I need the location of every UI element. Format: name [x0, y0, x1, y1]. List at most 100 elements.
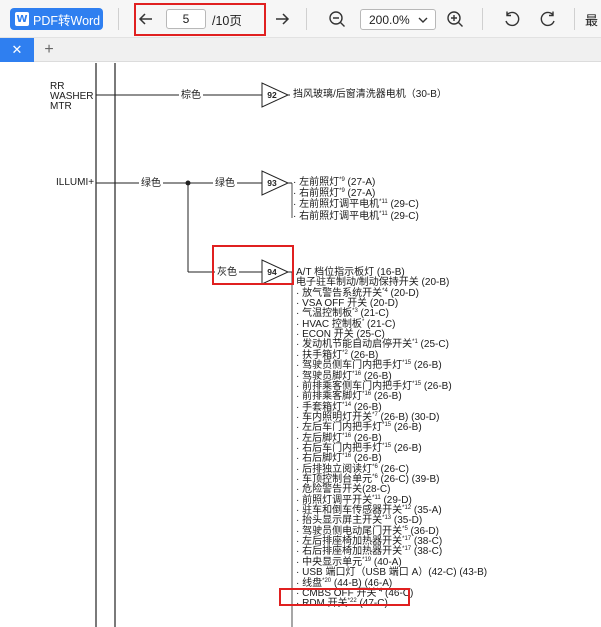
- close-icon[interactable]: ✕: [12, 42, 23, 58]
- list-item-text: · 右前照灯调平电机: [293, 210, 380, 222]
- footnote-marker: *16: [342, 453, 352, 460]
- list-item-text: · 危险警告开关(28-C): [296, 484, 391, 496]
- list-item-text: · 左后车门内把手灯: [296, 422, 383, 434]
- footnote-marker: *16: [352, 370, 362, 377]
- list-item: · 手套箱灯*14 (26-B): [296, 402, 382, 413]
- list-item-text: · 右后排座椅加热器开关: [296, 546, 403, 558]
- list-item: · 驾驶员脚灯*16 (26-B): [296, 371, 392, 382]
- list-item-ref: (21-C): [357, 308, 389, 320]
- list-item-ref: (26-B): [411, 360, 442, 372]
- zoom-out-icon: [329, 11, 345, 27]
- footnote-marker: *16: [342, 432, 352, 439]
- zoom-level-select[interactable]: 200.0%: [360, 9, 436, 30]
- arrow-right-icon: [276, 13, 290, 25]
- footnote-marker: *12: [402, 505, 412, 512]
- footnote-marker: *20: [322, 577, 332, 584]
- list-item-text: · USB 端口灯（USB 端口 A）(42-C) (43-B): [296, 567, 488, 579]
- connector-target-label: 挡风玻璃/后窗清洗器电机（30-B）: [293, 89, 447, 100]
- list-item-text: · 发动机节能自动启停开关: [296, 339, 413, 351]
- zoom-level-value: 200.0%: [369, 12, 410, 27]
- footnote-marker: *17: [402, 546, 412, 553]
- list-item: · 危险警告开关(28-C): [296, 484, 390, 495]
- list-item-ref: (47-C): [356, 598, 388, 610]
- zoom-out-button[interactable]: [325, 7, 349, 31]
- list-item-ref: (26-B): [391, 442, 422, 454]
- list-item-text: 电子驻车制动/制动保持开关 (20-B): [296, 277, 450, 289]
- list-item-text: · 左前照灯: [293, 177, 340, 188]
- list-item-ref: (29-C): [387, 210, 419, 222]
- prev-page-button[interactable]: [134, 7, 158, 31]
- page-total-label: /10页: [212, 14, 242, 28]
- list-item: · 驾驶员侧车门内把手灯*15 (26-B): [296, 360, 442, 371]
- list-item: · 右前照灯调平电机*11 (29-C): [293, 211, 419, 222]
- list-item: · 前排乘客脚灯*16 (26-B): [296, 391, 402, 402]
- word-icon: W: [15, 12, 29, 26]
- list-item: · RDM 开关*22 (47-C): [296, 598, 388, 609]
- toolbar-separator: [574, 8, 575, 30]
- list-item-text: · 左前照灯调平电机: [293, 199, 380, 211]
- chevron-down-icon: [418, 17, 428, 23]
- list-item-text: · 左后脚灯: [296, 432, 343, 444]
- list-item: · 右后排座椅加热器开关*17 (38-C): [296, 546, 442, 557]
- list-item-text: · 右前照灯: [293, 188, 340, 200]
- list-item: · 左前照灯*9 (27-A): [293, 177, 375, 188]
- rotate-right-button[interactable]: [536, 7, 560, 31]
- rotate-right-icon: [540, 11, 555, 27]
- illumi-label: ILLUMI+: [56, 177, 95, 188]
- list-item-text: · 线盘: [296, 577, 323, 589]
- footnote-marker: *15: [382, 422, 392, 429]
- pdf-to-word-button[interactable]: W PDF转Word: [10, 8, 103, 30]
- footnote-marker: *11: [379, 199, 388, 206]
- source-label-mtr: MTR: [50, 101, 72, 112]
- footnote-marker: *13: [382, 515, 392, 522]
- list-item-ref: (29-C): [387, 199, 419, 211]
- tab-bar: ✕ +: [0, 38, 601, 62]
- arrow-left-icon: [138, 13, 152, 25]
- next-page-button[interactable]: [270, 7, 294, 31]
- list-item: 电子驻车制动/制动保持开关 (20-B): [296, 277, 449, 288]
- list-item: · 线盘*20 (44-B) (46-A): [296, 578, 392, 589]
- footnote-marker: *11: [372, 494, 381, 501]
- list-item: · 右前照灯*9 (27-A): [293, 188, 375, 199]
- list-item: · 左前照灯调平电机*11 (29-C): [293, 199, 419, 210]
- list-item-ref: (26-C): [377, 463, 409, 475]
- list-item-text: · 气温控制板: [296, 308, 353, 320]
- footnote-marker: *19: [362, 556, 372, 563]
- list-item-ref: (38-C): [411, 546, 443, 558]
- zoom-in-button[interactable]: [443, 7, 467, 31]
- new-tab-button[interactable]: +: [40, 40, 58, 60]
- toolbar-separator: [482, 8, 483, 30]
- list-item-ref: (27-A): [344, 177, 376, 188]
- list-item: · 气温控制板*3 (21-C): [296, 308, 389, 319]
- list-item-ref: (35-D): [391, 515, 423, 527]
- list-item-text: · 手套箱灯: [296, 401, 343, 413]
- connector-number: 92: [267, 90, 277, 100]
- list-item: · 左后车门内把手灯*15 (26-B): [296, 422, 422, 433]
- list-item-ref: (26-B): [371, 391, 402, 403]
- list-item-ref: (26-B): [391, 422, 422, 434]
- list-item-ref: (26-B): [361, 370, 392, 382]
- list-item-ref: (26-B): [351, 401, 382, 413]
- wire-color-label: 绿色: [139, 178, 163, 189]
- list-item-ref: (27-A): [344, 188, 376, 200]
- list-item-ref: (26-B): [351, 432, 382, 444]
- rotate-left-button[interactable]: [500, 7, 524, 31]
- pdf-to-word-label: PDF转Word: [33, 13, 101, 28]
- list-item-text: · 驾驶员脚灯: [296, 370, 353, 382]
- list-item: · 右后脚灯*16 (26-B): [296, 453, 382, 464]
- toolbar-separator: [118, 8, 119, 30]
- footnote-marker: *14: [342, 401, 352, 408]
- list-item-text: · 前排乘客脚灯: [296, 391, 363, 403]
- connector-number: 94: [267, 267, 277, 277]
- list-item: · 后排独立阅读灯*6 (26-C): [296, 464, 409, 475]
- list-item-ref: (25-C): [417, 339, 449, 351]
- list-item: · 左后脚灯*16 (26-B): [296, 433, 382, 444]
- page-number-input[interactable]: 5: [166, 9, 206, 29]
- list-item-ref: (44-B) (46-A): [331, 577, 393, 589]
- list-item: · 发动机节能自动启停开关*1 (25-C): [296, 339, 449, 350]
- list-item-text: · RDM 开关: [296, 598, 348, 610]
- document-tab-close[interactable]: ✕: [0, 38, 34, 62]
- list-item-ref: (26-B): [421, 380, 452, 392]
- toolbar-overflow-label[interactable]: 最: [585, 10, 598, 29]
- toolbar: W PDF转Word 5 /10页 200.0% 最: [0, 0, 601, 38]
